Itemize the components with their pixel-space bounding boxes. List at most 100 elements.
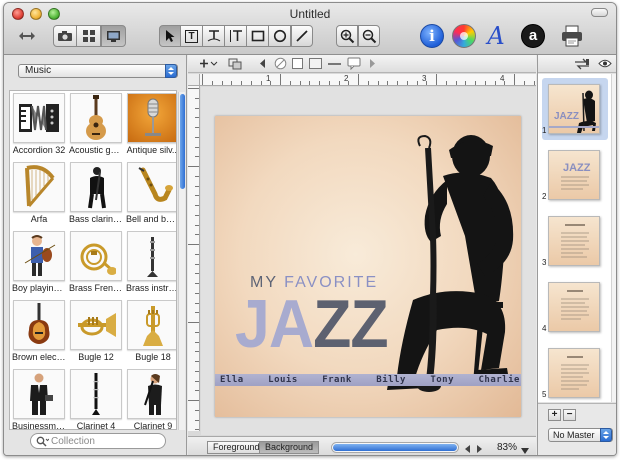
acoustic-guitar-icon <box>86 95 106 140</box>
clipart-item[interactable]: Brass Frenc... <box>69 231 123 293</box>
page-thumb-image <box>548 348 600 398</box>
poster-title-jazz[interactable]: JAZZ <box>235 286 389 362</box>
info-button[interactable]: i <box>420 24 444 48</box>
font-icon: A <box>487 22 505 50</box>
ruler-tick <box>188 400 199 401</box>
text-box-tool-button[interactable]: T <box>181 25 203 47</box>
category-select[interactable]: Music <box>18 64 178 78</box>
expand-arrows-icon[interactable] <box>18 30 36 45</box>
canvas[interactable]: MY FAVORITE JAZZ Ella Louis Frank Billy … <box>201 87 536 435</box>
zoom-in-icon <box>340 29 354 43</box>
app-window: Untitled T i A a Music Accordion 32 Acou… <box>3 2 617 456</box>
horizontal-scroll-thumb[interactable] <box>333 444 457 451</box>
ruler-tick <box>195 292 199 294</box>
collection-search-field[interactable]: Collection <box>30 433 166 449</box>
library-scrollbar[interactable] <box>178 92 185 430</box>
clipart-item[interactable]: Boy playing ... <box>12 231 66 293</box>
previous-button[interactable] <box>260 59 266 71</box>
camera-button[interactable] <box>53 25 77 47</box>
ruler-tick <box>260 81 262 85</box>
line-tool-button[interactable] <box>291 25 313 47</box>
page-thumbnail-3[interactable]: 3 <box>542 210 608 272</box>
ruler-tick <box>328 81 330 85</box>
fonts-button[interactable]: A <box>484 23 508 49</box>
foreground-layer-button[interactable]: Foreground <box>207 441 266 454</box>
clipart-item[interactable]: Bell and bod... <box>126 162 176 224</box>
no-fill-button[interactable] <box>274 57 287 73</box>
ruler-tick <box>416 81 418 85</box>
horizontal-scrollbar[interactable] <box>331 442 459 453</box>
ruler-tick <box>270 81 272 85</box>
speech-bubble-icon <box>347 57 361 71</box>
grid-view-button[interactable] <box>77 25 101 47</box>
print-button[interactable] <box>560 24 584 48</box>
arrow-pointer-icon <box>166 30 175 42</box>
clipart-caption: Accordion 32 <box>12 145 66 155</box>
library-scroll-thumb[interactable] <box>180 94 185 189</box>
saxophone-icon <box>138 167 173 202</box>
search-icon <box>36 436 49 447</box>
rect-shape-button[interactable] <box>309 58 322 69</box>
clipart-item[interactable]: Accordion 32 <box>12 93 66 155</box>
page-thumbnail-2[interactable]: JAZZ 2 <box>542 144 608 206</box>
clipart-caption: Businessma... <box>12 421 66 430</box>
clipart-item[interactable]: Businessma... <box>12 369 66 430</box>
select-tool-button[interactable] <box>159 25 181 47</box>
rectangle-tool-button[interactable] <box>247 25 269 47</box>
poster-page[interactable]: MY FAVORITE JAZZ Ella Louis Frank Billy … <box>215 116 521 417</box>
preview-button[interactable] <box>598 59 612 71</box>
vertical-ruler <box>188 86 200 431</box>
text-path-tool-button[interactable] <box>203 25 225 47</box>
ruler-tick <box>195 390 199 392</box>
background-layer-button[interactable]: Background <box>259 441 320 454</box>
arrange-icon <box>228 58 242 70</box>
ruler-tick <box>195 380 199 382</box>
remove-page-button[interactable]: − <box>563 409 576 421</box>
arrange-button[interactable] <box>228 57 242 70</box>
ruler-tick <box>195 263 199 265</box>
ruler-tick <box>445 81 447 85</box>
line-style-button[interactable] <box>328 63 341 65</box>
ruler-tick <box>195 331 199 333</box>
zoom-in-button[interactable] <box>336 25 358 47</box>
page-thumbnail-1[interactable]: JAZZ 1 <box>542 78 608 140</box>
pages-scrollbar[interactable] <box>611 74 616 402</box>
vertical-text-icon <box>229 30 242 42</box>
ruler-tick <box>494 81 496 85</box>
zoom-dropdown[interactable] <box>521 445 529 455</box>
monitor-button[interactable] <box>101 25 126 47</box>
master-page-select[interactable]: No Master <box>548 428 613 442</box>
zoom-level[interactable]: 83% <box>497 442 517 453</box>
rectangle-icon <box>251 30 264 42</box>
amazon-button[interactable]: a <box>521 24 545 48</box>
clipart-item[interactable]: Clarinet 9 <box>126 369 176 429</box>
ellipse-tool-button[interactable] <box>269 25 291 47</box>
artist-names[interactable]: Ella Louis Frank Billy Tony Charlie <box>220 375 520 385</box>
clipart-item[interactable]: Bugle 18 <box>126 300 176 362</box>
vertical-text-tool-button[interactable] <box>225 25 247 47</box>
page-thumbnail-5[interactable]: 5 <box>542 342 608 402</box>
clipart-item[interactable]: Bass clarinet... <box>69 162 123 224</box>
page-thumbnail-4[interactable]: 4 <box>542 276 608 338</box>
clipart-item[interactable]: Antique silv... <box>126 93 176 155</box>
add-object-button[interactable] <box>198 57 220 70</box>
add-page-button[interactable]: + <box>548 409 561 421</box>
clipart-item[interactable]: Acoustic gui... <box>69 93 123 155</box>
scroll-left-button[interactable] <box>465 444 471 455</box>
clipart-item[interactable]: Brass instru... <box>126 231 176 293</box>
callout-button[interactable] <box>347 57 361 73</box>
color-wheel-icon <box>460 32 468 40</box>
scroll-right-button[interactable] <box>476 444 482 455</box>
toolbar-toggle-button[interactable] <box>591 8 608 17</box>
zoom-out-button[interactable] <box>358 25 380 47</box>
clipart-item[interactable]: Brown electr... <box>12 300 66 362</box>
clipart-item[interactable]: Arfa <box>12 162 66 224</box>
colors-button[interactable] <box>452 24 476 48</box>
ruler-tick <box>202 74 203 85</box>
next-button[interactable] <box>369 59 375 71</box>
clipart-item[interactable]: Bugle 12 <box>69 300 123 362</box>
square-shape-button[interactable] <box>292 58 303 69</box>
saxophonist-silhouette[interactable] <box>215 116 521 417</box>
page-layout-button[interactable] <box>574 58 590 73</box>
clipart-item[interactable]: Clarinet 4 <box>69 369 123 429</box>
